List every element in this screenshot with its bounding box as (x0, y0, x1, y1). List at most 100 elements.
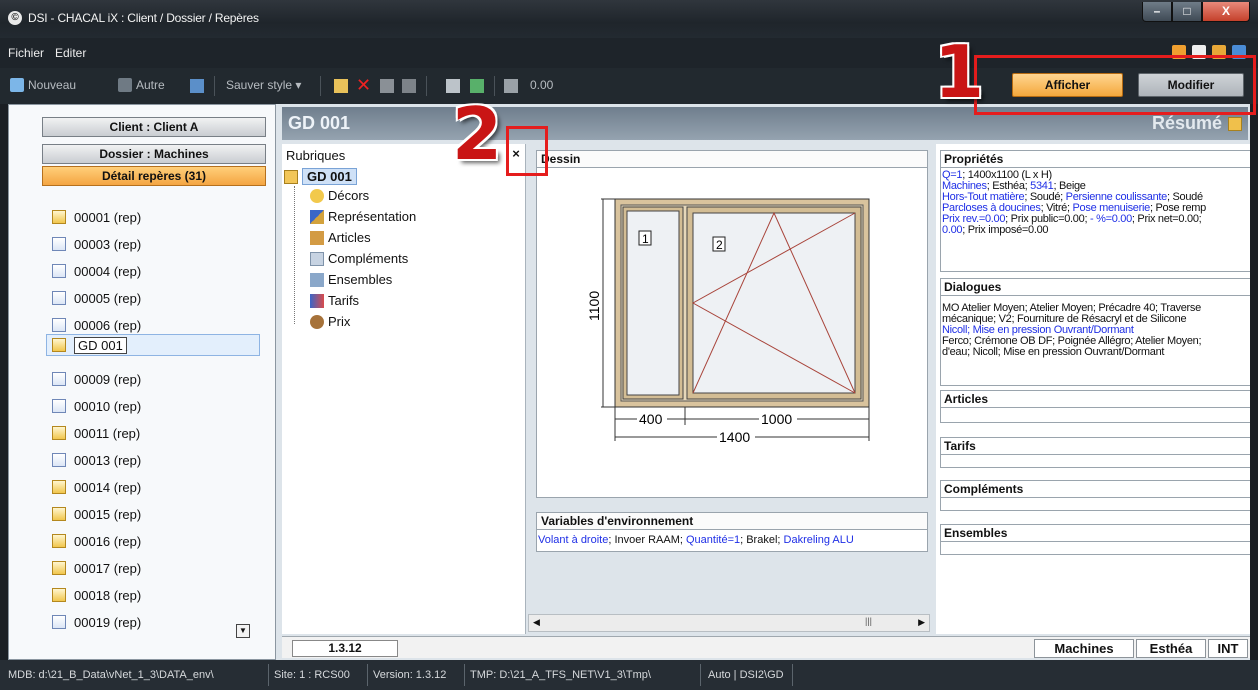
property-link[interactable]: - %=0.00 (1090, 213, 1132, 225)
maximize-button[interactable]: □ (1172, 2, 1202, 22)
minimize-button[interactable]: – (1142, 2, 1172, 22)
tree-item-label: 00011 (rep) (74, 425, 141, 441)
tree-item-label: 00013 (rep) (74, 452, 142, 468)
tree-item[interactable]: 00009 (rep) (52, 369, 141, 389)
drawing-icon (310, 209, 324, 224)
tree-item[interactable]: 00010 (rep) (52, 396, 141, 416)
edit-icon[interactable] (380, 79, 394, 93)
tarifs-icon (310, 293, 324, 308)
detail-reperes-header[interactable]: Détail repères (31) (42, 166, 266, 186)
tree-item[interactable]: 00003 (rep) (52, 234, 141, 254)
folder-icon (284, 169, 298, 184)
tree-item-label: 00009 (rep) (74, 371, 142, 387)
rubrique-tarifs[interactable]: Tarifs (310, 293, 359, 308)
rubrique-ensembles[interactable]: Ensembles (310, 272, 392, 287)
tree-item[interactable]: 00004 (rep) (52, 261, 141, 281)
tree-item[interactable]: 00015 (rep) (52, 504, 141, 524)
rubrique-complements[interactable]: Compléments (310, 251, 408, 266)
articles-icon (310, 230, 324, 245)
save-style-button[interactable]: Sauver style ▾ (226, 78, 301, 92)
tree-item[interactable]: 00011 (rep) (52, 423, 140, 443)
resume-icon[interactable] (1228, 117, 1242, 131)
window-controls: – □ X (1142, 2, 1250, 22)
delete-icon[interactable]: ✕ (356, 75, 371, 96)
copy-icon[interactable] (334, 79, 348, 93)
status-separator (268, 664, 269, 686)
other-button[interactable]: Autre (118, 78, 165, 92)
tree-item[interactable]: 00019 (rep) (52, 612, 141, 632)
status-mdb: MDB: d:\21_B_Data\vNet_1_3\DATA_env\ (8, 669, 214, 681)
tree-item[interactable]: 00016 (rep) (52, 531, 141, 551)
proprietes-title: Propriétés (941, 151, 1250, 168)
grid-icon[interactable] (446, 79, 460, 93)
tree-item-label: GD 001 (74, 336, 127, 354)
tree-item-label: 00015 (rep) (74, 506, 142, 522)
scroll-left-icon[interactable]: ◀ (533, 617, 540, 628)
ensembles-panel: Ensembles (940, 524, 1250, 555)
rubriques-root-label: GD 001 (302, 168, 357, 185)
document-icon (52, 237, 66, 251)
callout-number-1: 1 (934, 30, 985, 114)
rubrique-representation[interactable]: Représentation (310, 209, 416, 224)
window-title: DSI - CHACAL iX : Client / Dossier / Rep… (28, 11, 259, 25)
tree-item[interactable]: 00005 (rep) (52, 288, 141, 308)
variable-link[interactable]: Dakreling ALU (784, 534, 854, 546)
scroll-grip-icon[interactable]: ||| (865, 616, 872, 626)
rubrique-label: Compléments (328, 251, 409, 266)
status-separator (367, 664, 368, 686)
rubriques-root[interactable]: GD 001 (284, 168, 357, 185)
rubrique-articles[interactable]: Articles (310, 230, 371, 245)
rubrique-decors[interactable]: Décors (310, 188, 369, 203)
close-button[interactable]: X (1202, 2, 1250, 22)
tree-item[interactable]: 00018 (rep) (52, 585, 141, 605)
dessin-panel: Dessin 1 2 1100 400 1000 1400 (536, 150, 928, 498)
new-button[interactable]: Nouveau (10, 78, 76, 92)
status-version: Version: 1.3.12 (373, 669, 447, 681)
menu-editer[interactable]: Editer (55, 46, 86, 60)
document-icon (52, 453, 66, 467)
variable-link[interactable]: Quantité=1 (686, 534, 740, 546)
client-header-button[interactable]: Client : Client A (42, 117, 266, 137)
status-int: INT (1208, 639, 1248, 658)
tree-item[interactable]: 00013 (rep) (52, 450, 141, 470)
property-text: ; Prix net=0.00; (1131, 213, 1202, 225)
folder-icon (52, 561, 66, 575)
complements-icon (310, 251, 324, 266)
variable-link[interactable]: Volant à droite (538, 534, 608, 546)
rubrique-label: Articles (328, 230, 371, 245)
rubriques-title: Rubriques (286, 148, 346, 163)
rubriques-panel: Rubriques × GD 001 Décors Représentation… (282, 144, 526, 634)
articles-panel: Articles (940, 390, 1250, 423)
dialogues-panel: Dialogues MO Atelier Moyen; Atelier Moye… (940, 278, 1250, 386)
resume-label[interactable]: Résumé (1152, 113, 1222, 134)
tree-item[interactable]: 00001 (rep) (52, 207, 141, 227)
dossier-header-button[interactable]: Dossier : Machines (42, 144, 266, 164)
undo-icon[interactable] (402, 79, 416, 93)
sash-1-glass (626, 210, 680, 396)
rubrique-prix[interactable]: Prix (310, 314, 350, 329)
property-text: ; Prix imposé=0.00 (962, 224, 1049, 236)
calculator-icon[interactable] (504, 79, 518, 93)
status-separator (700, 664, 701, 686)
save-style-label: Sauver style ▾ (226, 78, 302, 92)
tree-item[interactable]: 00006 (rep) (52, 315, 141, 335)
scroll-down-button[interactable]: ▼ (236, 624, 250, 638)
tree-item[interactable]: 00017 (rep) (52, 558, 141, 578)
callout-number-2: 2 (452, 92, 503, 176)
tree-item[interactable]: 00014 (rep) (52, 477, 141, 497)
scroll-right-icon[interactable]: ▶ (918, 617, 925, 628)
menu-fichier[interactable]: Fichier (8, 46, 44, 60)
property-link[interactable]: 0.00 (942, 224, 963, 236)
export-icon[interactable] (470, 79, 484, 93)
height-dimension-label: 1100 (586, 291, 602, 321)
tree-item-selected[interactable]: GD 001 (52, 335, 127, 355)
other-label: Autre (136, 78, 165, 92)
complements-title: Compléments (941, 481, 1250, 498)
folder-icon (52, 338, 66, 352)
horizontal-scrollbar[interactable]: ◀ ||| ▶ (528, 614, 930, 632)
toolbar-value: 0.00 (530, 78, 553, 92)
toolbar-value-text: 0.00 (530, 78, 554, 92)
document-icon (52, 264, 66, 278)
tree-item-label: 00019 (rep) (74, 614, 142, 630)
save-icon[interactable] (190, 79, 204, 93)
